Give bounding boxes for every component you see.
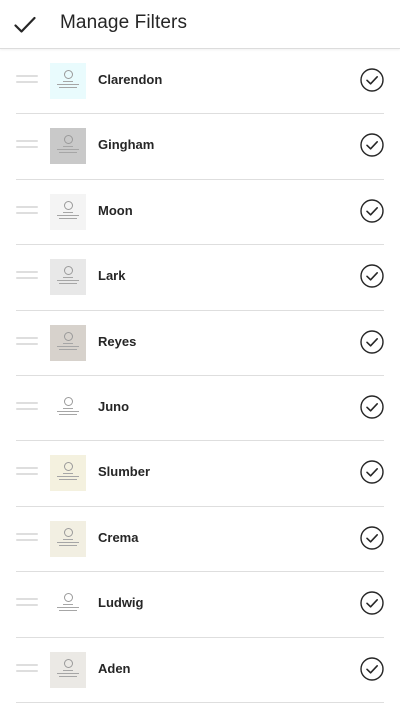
filter-name: Gingham bbox=[98, 137, 155, 153]
enabled-check-icon[interactable] bbox=[360, 329, 384, 354]
filter-thumbnail bbox=[50, 389, 86, 426]
enabled-check-icon[interactable] bbox=[360, 68, 384, 92]
enabled-check-icon[interactable] bbox=[360, 460, 384, 485]
filter-name: Clarendon bbox=[98, 72, 163, 87]
filter-thumbnail bbox=[50, 63, 86, 99]
thumbnail-placeholder-icon bbox=[63, 462, 73, 472]
filter-name: Reyes bbox=[98, 333, 137, 349]
drag-handle-icon[interactable] bbox=[16, 401, 38, 412]
thumbnail-placeholder-icon bbox=[63, 396, 73, 406]
enabled-check-icon[interactable] bbox=[360, 199, 384, 223]
filter-row[interactable]: Crema bbox=[16, 507, 384, 573]
filter-row[interactable]: Lark bbox=[16, 245, 384, 311]
thumbnail-placeholder-icon bbox=[63, 266, 73, 276]
filter-row[interactable]: Gingham bbox=[16, 114, 384, 180]
thumbnail-placeholder-icon bbox=[63, 593, 73, 603]
filter-thumbnail bbox=[50, 586, 86, 623]
drag-handle-icon[interactable] bbox=[16, 467, 38, 477]
filter-name: Slumber bbox=[98, 464, 151, 480]
thumbnail-placeholder-icon bbox=[63, 331, 73, 341]
filter-thumbnail bbox=[50, 520, 86, 557]
enabled-check-icon[interactable] bbox=[360, 395, 384, 419]
thumbnail-placeholder-icon bbox=[63, 70, 73, 79]
drag-handle-icon[interactable] bbox=[16, 598, 38, 608]
filter-list: Clarendon Gingham Moon Lark Reyes Juno Slumber… bbox=[0, 49, 400, 703]
drag-handle-icon[interactable] bbox=[16, 336, 38, 347]
filter-name: Aden bbox=[98, 660, 131, 676]
filter-row[interactable]: Ludwig bbox=[16, 572, 384, 638]
drag-handle-icon[interactable] bbox=[16, 205, 38, 216]
enabled-check-icon[interactable] bbox=[360, 591, 384, 615]
thumbnail-placeholder-icon bbox=[63, 135, 73, 145]
partially-visible-row bbox=[16, 693, 384, 711]
filter-row[interactable]: Slumber bbox=[16, 441, 384, 507]
filter-name: Moon bbox=[98, 202, 133, 218]
filter-name: Juno bbox=[98, 398, 130, 414]
done-button[interactable] bbox=[8, 8, 42, 42]
filter-name: Ludwig bbox=[98, 595, 144, 611]
filter-thumbnail bbox=[50, 259, 86, 296]
thumbnail-placeholder-icon bbox=[63, 527, 73, 537]
filter-thumbnail bbox=[50, 651, 86, 688]
drag-handle-icon[interactable] bbox=[16, 532, 38, 543]
filter-thumbnail bbox=[50, 324, 86, 361]
filter-row[interactable]: Clarendon bbox=[16, 49, 384, 115]
enabled-check-icon[interactable] bbox=[360, 264, 384, 288]
page-title: Manage Filters bbox=[60, 12, 188, 33]
filter-thumbnail bbox=[50, 193, 86, 230]
drag-handle-icon[interactable] bbox=[16, 271, 38, 281]
filter-row[interactable]: Juno bbox=[16, 376, 384, 442]
enabled-check-icon[interactable] bbox=[360, 133, 384, 158]
drag-handle-icon[interactable] bbox=[16, 140, 38, 150]
filter-name: Crema bbox=[98, 529, 139, 545]
filter-row[interactable]: Moon bbox=[16, 180, 384, 246]
checkmark-icon bbox=[14, 16, 36, 33]
header-bar: Manage Filters bbox=[0, 0, 400, 49]
enabled-check-icon[interactable] bbox=[360, 526, 384, 550]
enabled-check-icon[interactable] bbox=[360, 656, 384, 681]
thumbnail-placeholder-icon bbox=[63, 200, 73, 210]
filter-thumbnail bbox=[50, 128, 86, 165]
thumbnail-placeholder-icon bbox=[63, 658, 73, 668]
filter-name: Lark bbox=[98, 268, 126, 284]
drag-handle-icon[interactable] bbox=[16, 75, 38, 85]
drag-handle-icon[interactable] bbox=[16, 663, 38, 674]
filter-thumbnail bbox=[50, 455, 86, 492]
filter-row[interactable]: Reyes bbox=[16, 311, 384, 376]
